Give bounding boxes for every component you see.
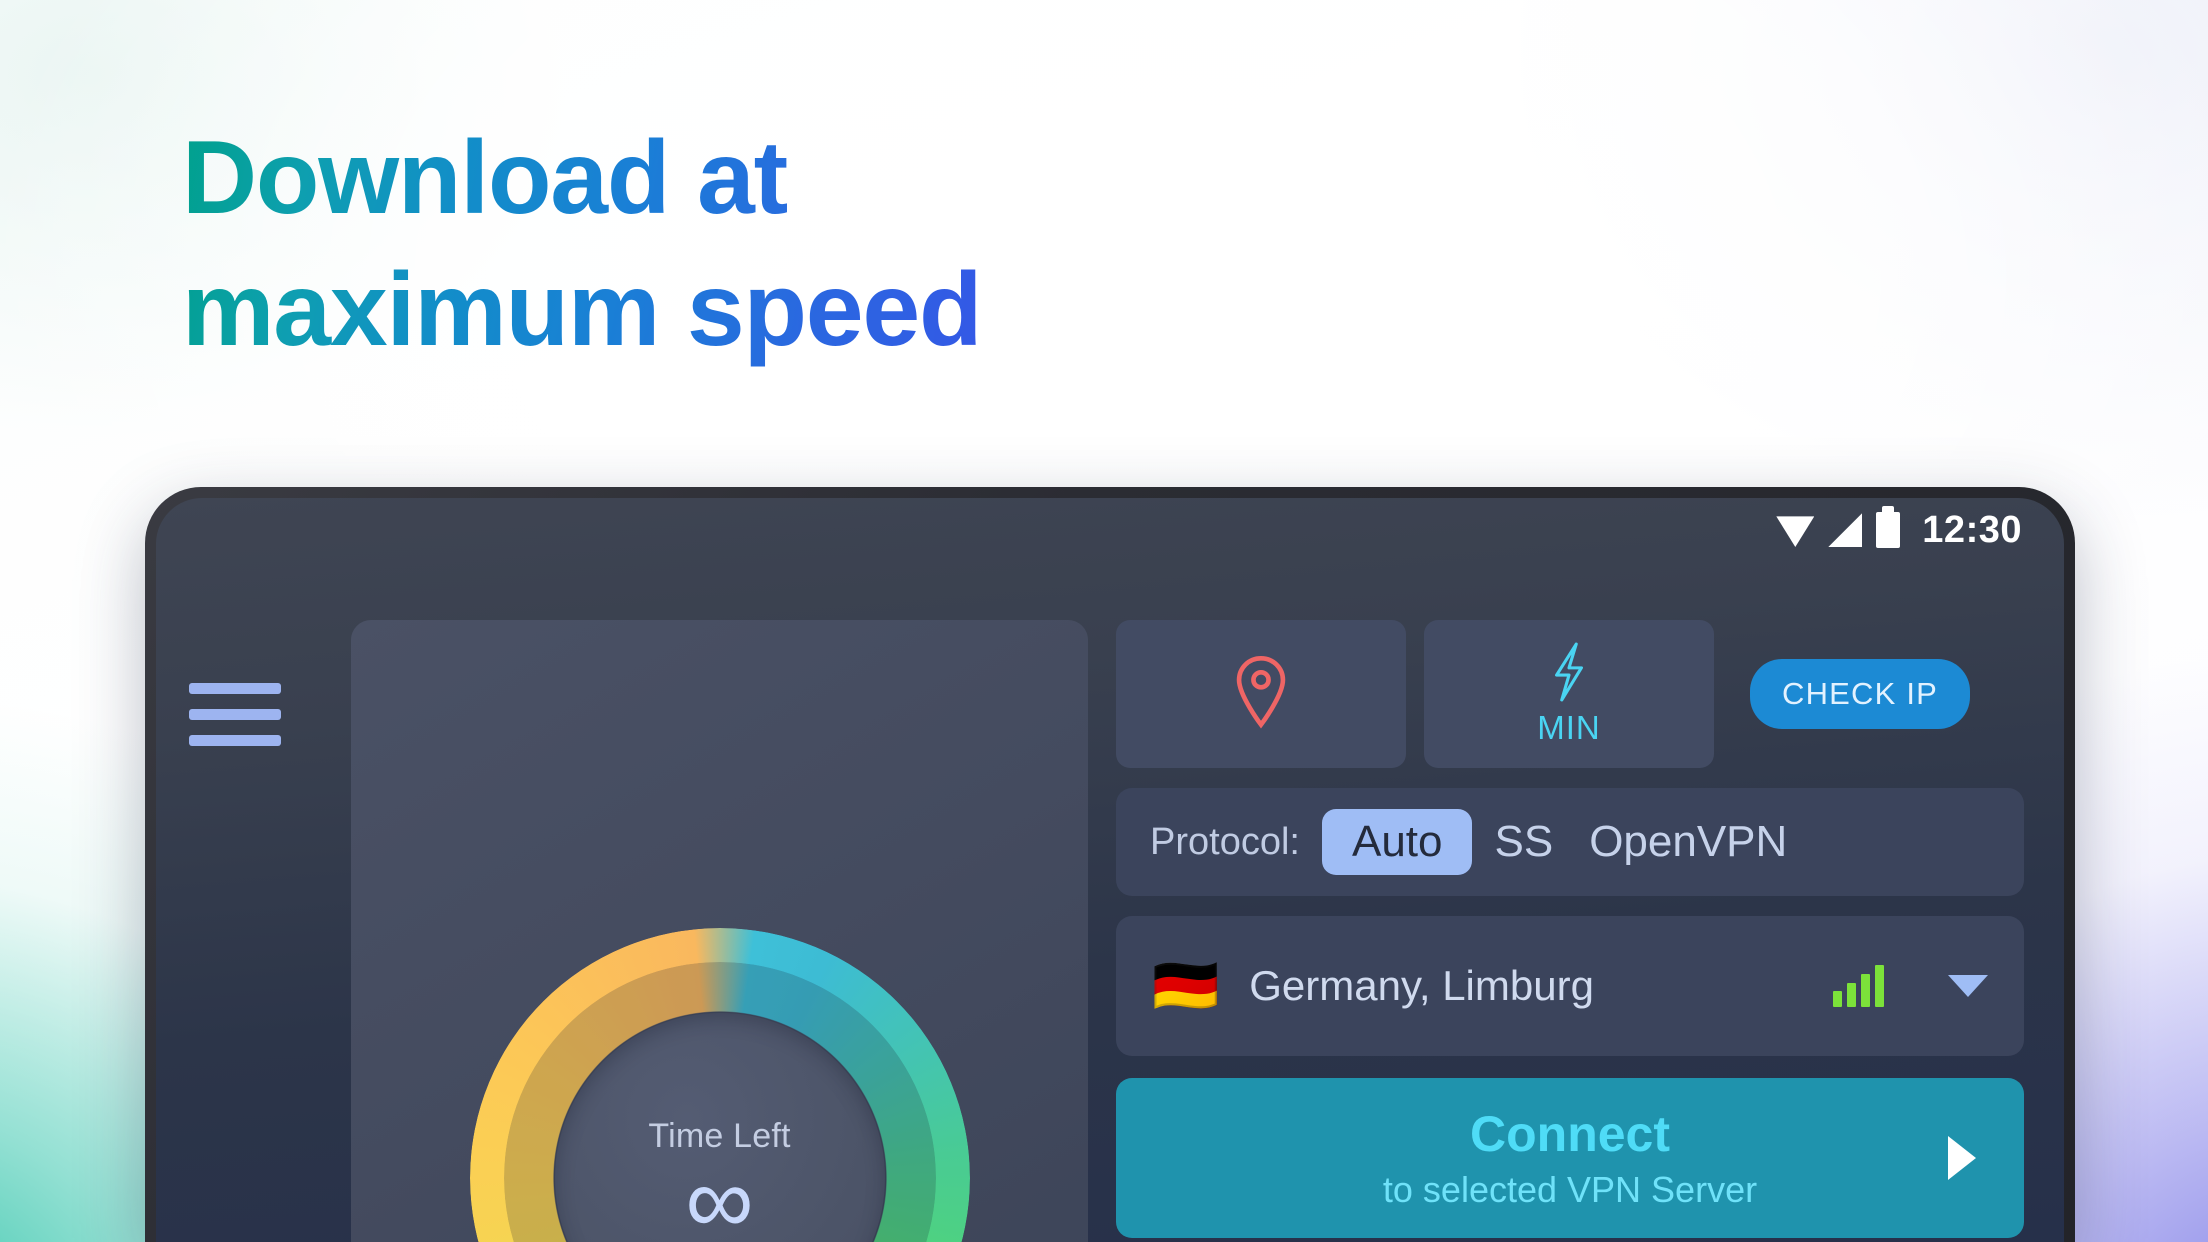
server-selector-card[interactable]: 🇩🇪 Germany, Limburg (1116, 916, 2024, 1056)
time-left-panel: Time Left ∞ (351, 620, 1088, 1242)
connect-button[interactable]: Connect to selected VPN Server (1116, 1078, 2024, 1238)
connect-title: Connect (1470, 1106, 1670, 1162)
protocol-card: Protocol: Auto SS OpenVPN (1116, 788, 2024, 896)
server-name-label: Germany, Limburg (1249, 962, 1594, 1009)
hamburger-bar (189, 709, 281, 720)
lightning-bolt-icon (1555, 642, 1583, 702)
speed-tile-label: MIN (1537, 709, 1601, 746)
time-left-ring: Time Left ∞ (469, 928, 970, 1242)
signal-bars-icon (1833, 965, 1884, 1007)
country-flag-icon: 🇩🇪 (1152, 956, 1220, 1016)
cellular-signal-icon (1828, 513, 1863, 547)
protocol-option-ss[interactable]: SS (1494, 817, 1553, 867)
quick-actions-row: MIN CHECK IP (1116, 620, 2024, 768)
controls-column: MIN CHECK IP Protocol: Auto SS OpenVPN 🇩… (1116, 620, 2024, 1238)
chevron-down-icon[interactable] (1948, 975, 1988, 997)
battery-full-icon (1876, 506, 1901, 548)
hamburger-bar (189, 735, 281, 746)
protocol-option-auto[interactable]: Auto (1321, 809, 1473, 875)
time-left-value: ∞ (685, 1147, 754, 1242)
hamburger-bar (189, 683, 281, 694)
wifi-icon (1776, 516, 1815, 547)
vpn-app-screen: Time Left ∞ MIN CHECK IP Protocol: Auto … (156, 562, 2064, 1242)
phone-screen: 12:30 Time Left ∞ MIN CHECK IP Protocol:… (156, 498, 2064, 1242)
hamburger-menu-icon[interactable] (189, 683, 281, 746)
location-pin-icon (1236, 656, 1286, 729)
play-arrow-icon (1948, 1136, 1976, 1180)
page-title: Download at maximum speed (182, 112, 983, 376)
location-tile[interactable] (1116, 620, 1406, 768)
protocol-label: Protocol: (1150, 820, 1300, 863)
phone-mockup: 12:30 Time Left ∞ MIN CHECK IP Protocol:… (145, 487, 2075, 1242)
status-bar: 12:30 (156, 498, 2064, 562)
protocol-option-openvpn[interactable]: OpenVPN (1589, 817, 1787, 867)
speed-tile[interactable]: MIN (1424, 620, 1714, 768)
connect-subtitle: to selected VPN Server (1382, 1169, 1758, 1210)
check-ip-button[interactable]: CHECK IP (1750, 659, 1971, 729)
status-bar-clock: 12:30 (1922, 508, 2022, 551)
